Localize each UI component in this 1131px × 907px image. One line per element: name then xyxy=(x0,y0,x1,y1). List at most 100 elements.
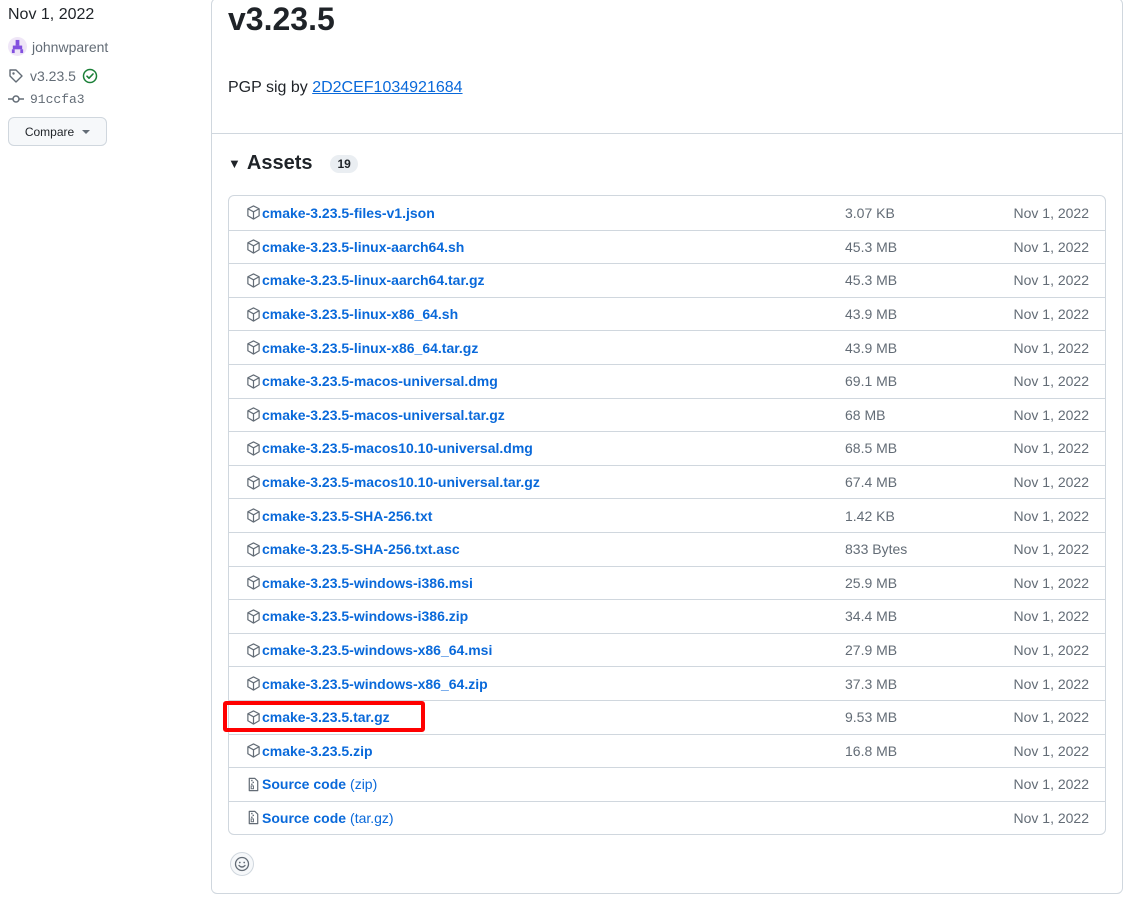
asset-download-link[interactable]: cmake-3.23.5-linux-aarch64.sh xyxy=(245,239,464,255)
source-code-link[interactable]: Source code (tar.gz) xyxy=(245,810,394,826)
asset-download-link[interactable]: cmake-3.23.5-SHA-256.txt.asc xyxy=(245,541,460,557)
asset-download-link[interactable]: cmake-3.23.5-SHA-256.txt xyxy=(245,508,432,524)
asset-date: Nov 1, 2022 xyxy=(1013,272,1090,289)
asset-name: cmake-3.23.5-macos10.10-universal.dmg xyxy=(262,440,533,457)
assets-heading: Assets xyxy=(246,152,313,174)
asset-size: 25.9 MB xyxy=(845,574,898,591)
file-zip-icon xyxy=(245,776,261,792)
asset-size: 68.5 MB xyxy=(845,440,898,457)
asset-date: Nov 1, 2022 xyxy=(1013,642,1090,659)
pgp-signature: PGP sig by 2D2CEF1034921684 xyxy=(228,79,463,97)
asset-size: 833 Bytes xyxy=(845,541,908,558)
asset-download-link[interactable]: cmake-3.23.5.zip xyxy=(245,743,373,759)
author-name: johnwparent xyxy=(32,38,109,55)
asset-size: 69.1 MB xyxy=(845,373,898,390)
package-icon xyxy=(245,508,261,524)
asset-download-link[interactable]: cmake-3.23.5-windows-x86_64.msi xyxy=(245,642,492,658)
package-icon xyxy=(245,743,261,759)
asset-name: cmake-3.23.5-windows-x86_64.zip xyxy=(262,675,488,692)
pgp-key-link[interactable]: 2D2CEF1034921684 xyxy=(312,79,462,96)
assets-toggle[interactable]: ▼ Assets 19 xyxy=(228,152,358,175)
asset-name: cmake-3.23.5-linux-aarch64.tar.gz xyxy=(262,272,485,289)
assets-list: cmake-3.23.5-files-v1.json 3.07 KB Nov 1, … xyxy=(228,195,1106,836)
asset-download-link[interactable]: cmake-3.23.5-linux-aarch64.tar.gz xyxy=(245,272,485,288)
assets-count-badge: 19 xyxy=(330,154,358,173)
asset-download-link[interactable]: cmake-3.23.5-macos-universal.tar.gz xyxy=(245,407,505,423)
asset-download-link[interactable]: cmake-3.23.5-macos10.10-universal.tar.gz xyxy=(245,474,540,490)
asset-download-link[interactable]: cmake-3.23.5-windows-i386.msi xyxy=(245,575,473,591)
asset-download-link[interactable]: cmake-3.23.5-windows-x86_64.zip xyxy=(245,676,488,692)
asset-name: cmake-3.23.5-SHA-256.txt.asc xyxy=(262,541,460,558)
asset-size: 45.3 MB xyxy=(845,238,898,255)
asset-date: Nov 1, 2022 xyxy=(1013,709,1090,726)
asset-name: cmake-3.23.5-linux-aarch64.sh xyxy=(262,238,465,255)
source-code-label: Source code xyxy=(262,809,347,826)
asset-size: 68 MB xyxy=(845,406,886,423)
asset-row: cmake-3.23.5-SHA-256.txt.asc 833 Bytes Nov… xyxy=(229,531,1105,566)
asset-download-link[interactable]: cmake-3.23.5-windows-i386.zip xyxy=(245,608,468,624)
pgp-prefix: PGP sig by xyxy=(228,79,308,96)
asset-date: Nov 1, 2022 xyxy=(1013,608,1090,625)
asset-size: 43.9 MB xyxy=(845,339,898,356)
package-icon xyxy=(245,676,261,692)
asset-download-link[interactable]: cmake-3.23.5.tar.gz xyxy=(245,709,390,725)
asset-download-link[interactable]: cmake-3.23.5-files-v1.json xyxy=(245,205,435,221)
package-icon xyxy=(245,205,261,221)
asset-row: cmake-3.23.5-linux-aarch64.tar.gz 45.3 MB… xyxy=(229,263,1105,297)
asset-date: Nov 1, 2022 xyxy=(1013,541,1090,558)
asset-row: cmake-3.23.5-windows-x86_64.msi 27.9 MB No… xyxy=(229,632,1105,667)
source-code-variant: (tar.gz) xyxy=(350,809,394,826)
source-code-link[interactable]: Source code (zip) xyxy=(245,776,377,792)
source-code-variant: (zip) xyxy=(350,776,378,793)
divider xyxy=(212,133,1122,134)
asset-download-link[interactable]: cmake-3.23.5-macos-universal.dmg xyxy=(245,373,498,389)
asset-date: Nov 1, 2022 xyxy=(1013,373,1090,390)
asset-row: cmake-3.23.5.zip 16.8 MB Nov 1, 2022 xyxy=(229,733,1105,768)
release-date: Nov 1, 2022 xyxy=(8,6,95,23)
package-icon xyxy=(245,541,261,557)
tag-icon xyxy=(9,69,23,83)
asset-date: Nov 1, 2022 xyxy=(1013,675,1090,692)
asset-size: 43.9 MB xyxy=(845,306,898,323)
asset-download-link[interactable]: cmake-3.23.5-linux-x86_64.sh xyxy=(245,306,458,322)
asset-row: cmake-3.23.5.tar.gz 9.53 MB Nov 1, 2022 xyxy=(229,699,1105,734)
asset-date: Nov 1, 2022 xyxy=(1013,238,1090,255)
source-code-row: Source code (tar.gz) Nov 1, 2022 xyxy=(229,800,1105,835)
asset-row: cmake-3.23.5-SHA-256.txt 1.42 KB Nov 1, 20… xyxy=(229,498,1105,532)
avatar-icon xyxy=(11,39,24,54)
asset-row: cmake-3.23.5-windows-x86_64.zip 37.3 MB No… xyxy=(229,666,1105,700)
smiley-icon xyxy=(234,856,250,872)
package-icon xyxy=(245,373,261,389)
asset-row: cmake-3.23.5-macos-universal.tar.gz 68 MB… xyxy=(229,397,1105,432)
asset-row: cmake-3.23.5-macos10.10-universal.tar.gz… xyxy=(229,464,1105,499)
commit-sha: 91ccfa3 xyxy=(30,91,85,107)
package-icon xyxy=(245,306,261,322)
asset-date: Nov 1, 2022 xyxy=(1013,474,1090,491)
asset-size: 34.4 MB xyxy=(845,608,898,625)
chevron-down-icon xyxy=(82,129,91,134)
release-title[interactable]: v3.23.5 xyxy=(228,1,335,38)
compare-label: Compare xyxy=(24,124,75,139)
commit-link[interactable]: 91ccfa3 xyxy=(8,91,85,107)
package-icon xyxy=(245,239,261,255)
avatar xyxy=(8,37,27,56)
add-reaction-button[interactable] xyxy=(230,852,254,876)
asset-name: cmake-3.23.5.tar.gz xyxy=(262,709,390,726)
package-icon xyxy=(245,709,261,725)
asset-download-link[interactable]: cmake-3.23.5-linux-x86_64.tar.gz xyxy=(245,340,478,356)
author-link[interactable]: johnwparent xyxy=(8,37,108,56)
release-card: v3.23.5 PGP sig by 2D2CEF1034921684 ▼ As… xyxy=(211,0,1123,894)
asset-size: 45.3 MB xyxy=(845,272,898,289)
asset-name: cmake-3.23.5-windows-i386.msi xyxy=(262,574,473,591)
source-code-row: Source code (zip) Nov 1, 2022 xyxy=(229,767,1105,801)
asset-size: 9.53 MB xyxy=(845,709,898,726)
asset-name: cmake-3.23.5-windows-x86_64.msi xyxy=(262,642,493,659)
asset-row: cmake-3.23.5-windows-i386.zip 34.4 MB Nov … xyxy=(229,599,1105,633)
asset-name: cmake-3.23.5-macos-universal.tar.gz xyxy=(262,406,505,423)
compare-button[interactable]: Compare xyxy=(8,117,107,146)
tag-link[interactable]: v3.23.5 xyxy=(8,68,98,84)
asset-download-link[interactable]: cmake-3.23.5-macos10.10-universal.dmg xyxy=(245,440,533,456)
source-code-label: Source code xyxy=(262,776,347,793)
asset-size: 27.9 MB xyxy=(845,642,898,659)
asset-date: Nov 1, 2022 xyxy=(1013,406,1090,423)
